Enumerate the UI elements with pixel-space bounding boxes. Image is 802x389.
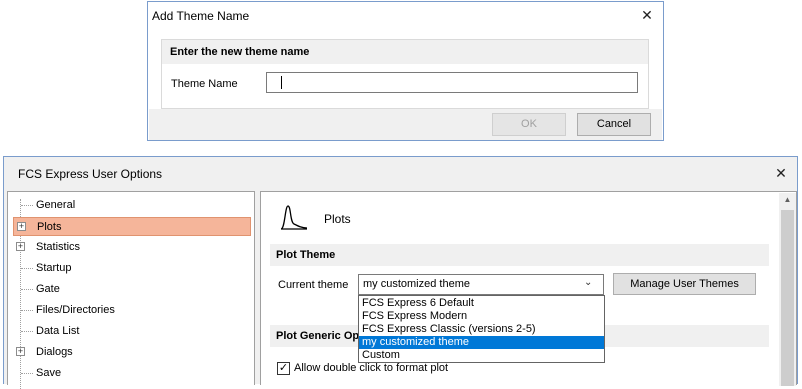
text-caret [281,76,282,89]
scroll-up-icon[interactable]: ▲ [779,195,796,207]
tree-item-label: Data List [36,325,80,337]
cancel-button[interactable]: Cancel [577,113,651,136]
tree-item-label: Startup [36,262,72,274]
tree-item-label: Save [36,367,62,379]
current-theme-value: my customized theme [363,278,470,290]
add-theme-name-dialog: Add Theme Name ✕ Enter the new theme nam… [147,1,664,141]
options-tree: General + Plots + Statistics Startup Gate Files… [7,191,255,389]
theme-option[interactable]: my customized theme [359,336,604,349]
tree-item-startup[interactable]: Startup [13,259,251,278]
panel-heading: Plots [324,212,351,226]
window-title: FCS Express User Options [18,167,163,181]
plot-curve-icon [280,205,308,230]
theme-name-input[interactable] [266,72,638,93]
plot-theme-header: Plot Theme [270,244,769,266]
close-icon[interactable]: ✕ [772,164,790,182]
tree-item-label: Statistics [36,241,81,253]
tree-branch-line [21,205,33,206]
ok-button[interactable]: OK [492,113,566,136]
chevron-down-icon: ⌄ [584,277,593,288]
theme-dropdown-list: FCS Express 6 Default FCS Express Modern F… [358,295,605,363]
tree-item-label: Plots [37,221,62,233]
theme-option[interactable]: FCS Express Modern [359,310,604,323]
group-header: Enter the new theme name [162,40,648,64]
manage-user-themes-button[interactable]: Manage User Themes [613,273,756,295]
expand-icon[interactable]: + [16,347,25,356]
theme-option[interactable]: FCS Express Classic (versions 2-5) [359,323,604,336]
allow-double-click-label: Allow double click to format plot [294,362,449,374]
tree-item-plots[interactable]: + Plots [13,217,251,236]
dialog-title: Add Theme Name [152,9,250,23]
tree-branch-line [21,373,33,374]
options-panel: Plots Plot Theme Current theme my custom… [260,191,797,386]
scroll-thumb[interactable] [781,210,794,386]
tree-branch-line [21,331,33,332]
panel-scrollbar[interactable]: ▲ [779,193,796,386]
tree-item-files-directories[interactable]: Files/Directories [13,301,251,320]
user-options-window: FCS Express User Options ✕ General + Plots… [3,156,798,389]
tree-item-label: Gate [36,283,60,295]
current-theme-select[interactable]: my customized theme ⌄ [358,274,604,295]
close-icon[interactable]: ✕ [638,6,656,24]
tree-item-label: General [36,199,76,211]
tree-item-label: Files/Directories [36,304,115,316]
theme-name-group: Enter the new theme name Theme Name [161,39,649,109]
tree-item-general[interactable]: General [13,196,251,215]
theme-name-label: Theme Name [171,78,238,90]
tree-branch-line [21,268,33,269]
theme-option[interactable]: FCS Express 6 Default [359,297,604,310]
expand-icon[interactable]: + [17,222,26,231]
allow-double-click-checkbox[interactable]: ✓ [277,362,290,375]
expand-icon[interactable]: + [16,242,25,251]
tree-item-gate[interactable]: Gate [13,280,251,299]
tree-branch-line [21,289,33,290]
tree-item-data-list[interactable]: Data List [13,322,251,341]
tree-item-save[interactable]: Save [13,364,251,383]
tree-branch-line [21,310,33,311]
current-theme-label: Current theme [278,279,349,291]
theme-option[interactable]: Custom [359,349,604,362]
tree-item-statistics[interactable]: + Statistics [13,238,251,257]
tree-item-dialogs[interactable]: + Dialogs [13,343,251,362]
tree-item-label: Dialogs [36,346,73,358]
